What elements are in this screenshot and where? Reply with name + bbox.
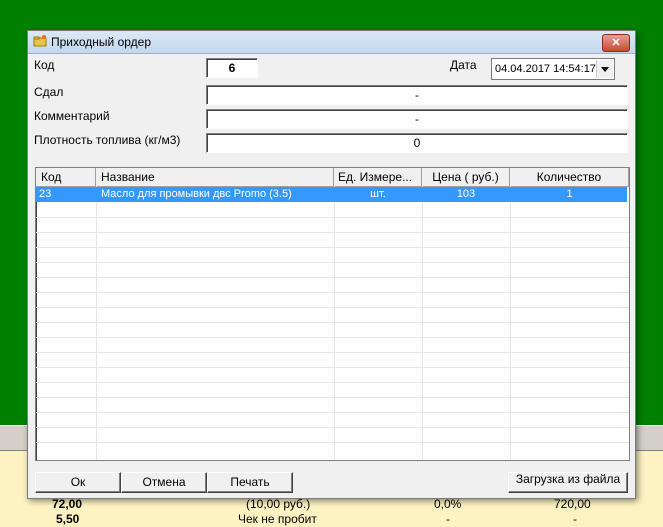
cell-price: 103 — [456, 188, 476, 200]
grid-line — [36, 307, 629, 308]
grid-line — [36, 322, 629, 323]
dialog-title: Приходный ордер — [51, 35, 151, 49]
comment-label: Комментарий — [34, 109, 110, 123]
grid-line — [36, 247, 629, 248]
grid-line — [36, 292, 629, 293]
chevron-down-icon[interactable] — [596, 60, 613, 78]
date-picker[interactable]: 04.04.2017 14:54:17 — [491, 58, 615, 80]
handed-field[interactable]: - — [206, 85, 628, 105]
density-field[interactable]: 0 — [206, 133, 628, 153]
bg-cell: 72,00 — [52, 497, 83, 511]
cell-name: Масло для промывки двс Promo (3.5) — [101, 188, 292, 200]
grid-line — [36, 277, 629, 278]
cancel-button[interactable]: Отмена — [121, 472, 207, 493]
grid-line — [96, 186, 97, 460]
background-row: 72,00 (10,00 руб.) 0,0% 720,00 — [0, 497, 663, 511]
cell-code: 23 — [39, 188, 52, 200]
grid-line — [36, 232, 629, 233]
grid-line — [334, 186, 335, 460]
col-header-price[interactable]: Цена ( руб.) — [422, 168, 510, 186]
col-header-name[interactable]: Название — [96, 168, 334, 186]
grid-line — [36, 412, 629, 413]
cell-qty: 1 — [566, 188, 573, 200]
folder-star-icon — [33, 35, 47, 47]
items-table[interactable]: Код Название Ед. Измере... Цена ( руб.) … — [35, 167, 630, 461]
grid-line — [36, 217, 629, 218]
grid-line — [36, 262, 629, 263]
grid-line — [36, 442, 629, 443]
close-button[interactable]: ✕ — [602, 34, 630, 52]
code-label: Код — [34, 58, 55, 72]
handed-label: Сдал — [34, 85, 64, 99]
grid-line — [422, 186, 423, 460]
density-label: Плотность топлива (кг/м3) — [34, 133, 181, 147]
title-bar[interactable]: Приходный ордер ✕ — [28, 31, 635, 54]
bg-cell: 720,00 — [554, 497, 591, 511]
grid-line — [510, 186, 511, 460]
grid-line — [36, 382, 629, 383]
bg-cell: Чек не пробит — [238, 512, 317, 526]
cell-unit: шт. — [370, 188, 386, 200]
bg-cell: - — [446, 512, 450, 526]
grid-line — [36, 427, 629, 428]
date-label: Дата — [450, 58, 477, 72]
grid-line — [36, 352, 629, 353]
col-header-code[interactable]: Код — [36, 168, 96, 186]
date-value: 04.04.2017 14:54:17 — [495, 63, 596, 75]
table-header: Код Название Ед. Измере... Цена ( руб.) … — [36, 168, 629, 187]
col-header-unit[interactable]: Ед. Измере... — [334, 168, 422, 186]
code-field[interactable]: 6 — [206, 58, 258, 78]
load-from-file-button[interactable]: Загрузка из файла — [508, 472, 628, 493]
ok-button[interactable]: Ок — [35, 472, 121, 493]
grid-line — [36, 397, 629, 398]
grid-line — [36, 367, 629, 368]
table-row-selected[interactable]: 23 Масло для промывки двс Promo (3.5) шт… — [36, 187, 627, 202]
comment-field[interactable]: - — [206, 109, 628, 129]
bg-cell: (10,00 руб.) — [246, 497, 311, 511]
bg-cell: - — [573, 512, 577, 526]
col-header-qty[interactable]: Количество — [510, 168, 629, 186]
background-row: 5,50 Чек не пробит - - — [0, 512, 663, 526]
bg-cell: 0,0% — [434, 497, 462, 511]
print-button[interactable]: Печать — [207, 472, 293, 493]
receipt-order-dialog: Приходный ордер ✕ Код 6 Дата 04.04.2017 … — [27, 30, 636, 499]
grid-line — [36, 337, 629, 338]
bg-cell: 5,50 — [56, 512, 80, 526]
